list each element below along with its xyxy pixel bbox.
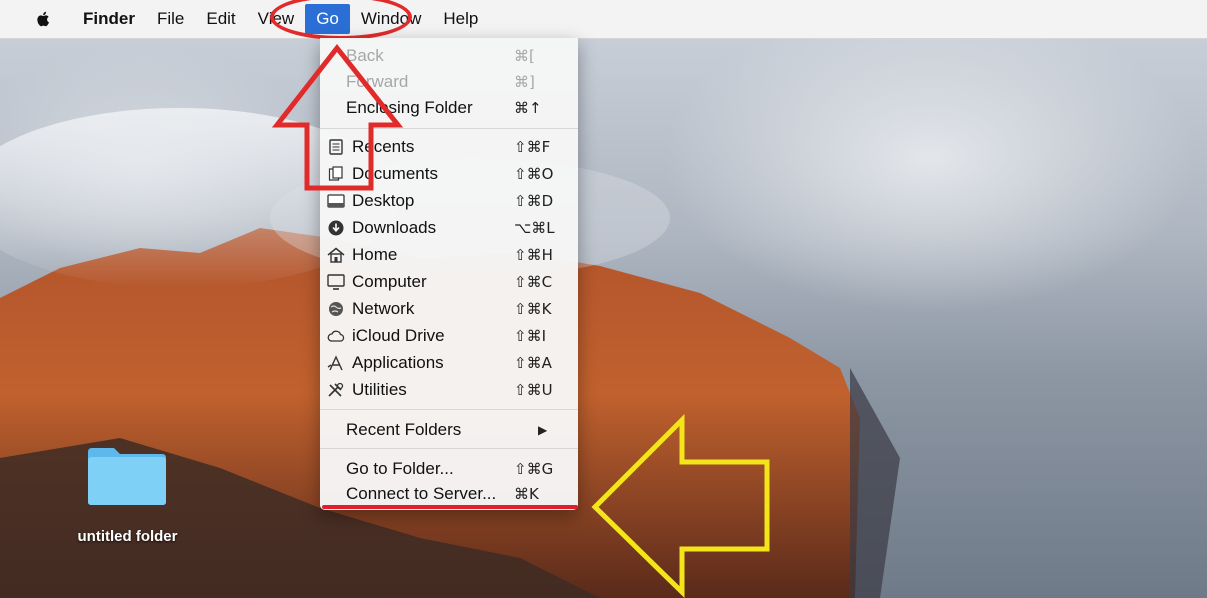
menu-item-label: Downloads <box>352 218 437 237</box>
menu-edit[interactable]: Edit <box>195 4 246 34</box>
shortcut-label: ⌘[ <box>514 47 535 65</box>
menu-separator <box>320 409 578 410</box>
connect-to-server-underline-annotation <box>322 505 578 509</box>
shortcut-label: ⇧⌘D <box>514 192 554 210</box>
desktop-icon <box>326 192 346 210</box>
documents-icon <box>326 165 346 183</box>
shortcut-label: ⌘↑ <box>514 99 542 117</box>
desktop-background <box>0 38 1207 598</box>
shortcut-label: ⇧⌘F <box>514 138 551 156</box>
cloud-icon <box>326 327 346 345</box>
menu-item-enclosing-folder[interactable]: Enclosing Folder ⌘↑ <box>320 95 578 121</box>
network-globe-icon <box>326 300 346 318</box>
menu-bar: Finder File Edit View Go Window Help <box>0 0 1207 39</box>
menu-separator <box>320 448 578 449</box>
menu-item-label: Connect to Server... <box>346 484 497 503</box>
menu-finder[interactable]: Finder <box>72 4 146 34</box>
utilities-tools-icon <box>326 381 346 399</box>
shortcut-label: ⌘K <box>514 485 539 503</box>
menu-item-forward: Forward ⌘] <box>320 69 578 95</box>
menu-item-go-to-folder[interactable]: Go to Folder... ⇧⌘G <box>320 456 578 482</box>
menu-item-label: Enclosing Folder <box>346 98 473 117</box>
menu-item-label: Home <box>352 245 398 264</box>
shortcut-label: ⇧⌘A <box>514 354 552 372</box>
downloads-icon <box>326 219 346 237</box>
menu-item-network[interactable]: Network ⇧⌘K <box>320 296 578 322</box>
applications-icon <box>326 354 346 372</box>
menu-item-label: Go to Folder... <box>346 459 454 478</box>
menu-item-back: Back ⌘[ <box>320 43 578 69</box>
mountain-wallpaper <box>0 108 900 598</box>
menu-item-label: iCloud Drive <box>352 326 445 345</box>
shortcut-label: ⇧⌘O <box>514 165 554 183</box>
submenu-arrow-icon: ▶ <box>538 423 548 437</box>
go-menu-dropdown: Back ⌘[ Forward ⌘] Enclosing Folder ⌘↑ R… <box>320 38 578 510</box>
menu-item-label: Recent Folders <box>346 420 462 439</box>
menu-item-icloud-drive[interactable]: iCloud Drive ⇧⌘I <box>320 323 578 349</box>
shortcut-label: ⌥⌘L <box>514 219 555 237</box>
menu-item-recent-folders[interactable]: Recent Folders ▶ <box>320 417 578 443</box>
shortcut-label: ⇧⌘I <box>514 327 546 345</box>
menu-item-label: Network <box>352 299 415 318</box>
menu-item-label: Documents <box>352 164 438 183</box>
menu-item-label: Forward <box>346 72 409 91</box>
menu-help[interactable]: Help <box>432 4 489 34</box>
computer-icon <box>326 273 346 291</box>
menu-item-computer[interactable]: Computer ⇧⌘C <box>320 269 578 295</box>
shortcut-label: ⇧⌘C <box>514 273 553 291</box>
shortcut-label: ⇧⌘H <box>514 246 553 264</box>
menu-item-desktop[interactable]: Desktop ⇧⌘D <box>320 188 578 214</box>
menu-item-utilities[interactable]: Utilities ⇧⌘U <box>320 377 578 403</box>
shortcut-label: ⌘] <box>514 73 535 91</box>
menu-item-downloads[interactable]: Downloads ⌥⌘L <box>320 215 578 241</box>
shortcut-label: ⇧⌘K <box>514 300 552 318</box>
shortcut-label: ⇧⌘U <box>514 381 553 399</box>
menu-item-applications[interactable]: Applications ⇧⌘A <box>320 350 578 376</box>
menu-item-home[interactable]: Home ⇧⌘H <box>320 242 578 268</box>
menu-item-connect-to-server[interactable]: Connect to Server... ⌘K <box>320 481 578 507</box>
folder-icon[interactable] <box>86 444 168 506</box>
folder-label[interactable]: untitled folder <box>60 528 195 545</box>
menu-item-label: Back <box>346 46 384 65</box>
recents-icon <box>326 138 346 156</box>
menu-item-label: Computer <box>352 272 427 291</box>
apple-menu-icon[interactable] <box>34 10 52 28</box>
menu-item-documents[interactable]: Documents ⇧⌘O <box>320 161 578 187</box>
menu-item-recents[interactable]: Recents ⇧⌘F <box>320 134 578 160</box>
menu-item-label: Recents <box>352 137 415 156</box>
menu-item-label: Applications <box>352 353 444 372</box>
menu-file[interactable]: File <box>146 4 195 34</box>
menu-item-label: Utilities <box>352 380 407 399</box>
menu-item-label: Desktop <box>352 191 415 210</box>
menu-separator <box>320 128 578 129</box>
shortcut-label: ⇧⌘G <box>514 460 554 478</box>
home-icon <box>326 246 346 264</box>
